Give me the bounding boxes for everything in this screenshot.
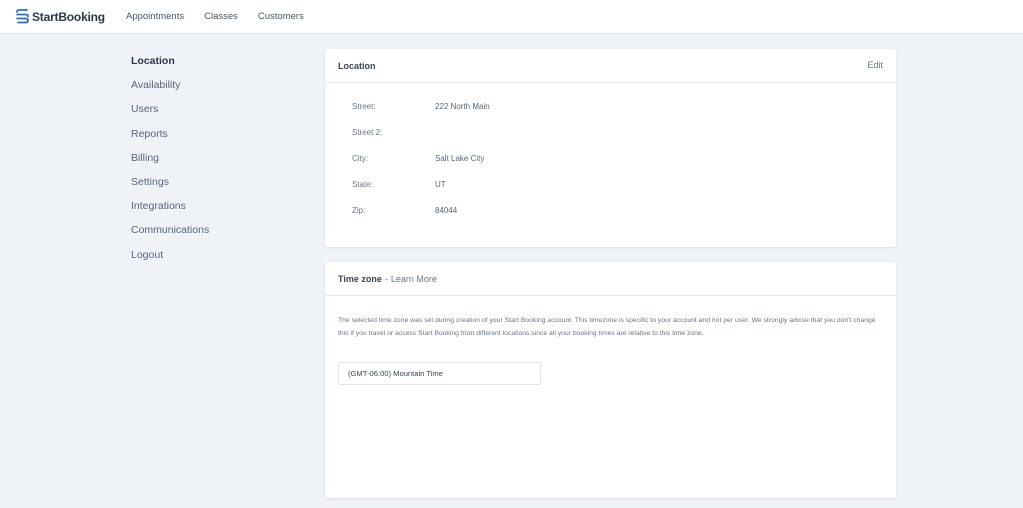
field-city: City: Salt Lake City [352,154,652,166]
timezone-card: Time zone - Learn More The selected time… [325,262,896,498]
sidebar-item-logout[interactable]: Logout [131,249,291,273]
main-nav: Appointments Classes Customers [126,11,324,22]
field-label: State: [352,180,373,189]
brand-name: StartBooking [32,9,105,24]
nav-customers[interactable]: Customers [258,11,304,22]
field-street-2: Street 2: [352,128,652,140]
field-state: State: UT [352,180,652,192]
brand-logo[interactable]: StartBooking [16,9,105,24]
sidebar-item-billing[interactable]: Billing [131,152,291,176]
field-label: Street 2: [352,128,383,137]
location-card-title: Location [338,60,376,71]
sidebar-item-reports[interactable]: Reports [131,128,291,152]
learn-more-link[interactable]: Learn More [391,274,437,284]
field-zip: Zip: 84044 [352,206,652,218]
field-value: 222 North Main [435,102,490,111]
sidebar-item-settings[interactable]: Settings [131,176,291,200]
edit-location-button[interactable]: Edit [867,60,883,70]
sidebar-item-communications[interactable]: Communications [131,224,291,248]
sidebar-item-integrations[interactable]: Integrations [131,200,291,224]
sidebar-item-users[interactable]: Users [131,103,291,127]
location-card: Location Edit Street: 222 North Main Str… [325,49,896,247]
field-street: Street: 222 North Main [352,102,652,114]
field-value: 84044 [435,206,458,215]
startbooking-logo-icon [16,9,29,24]
sidebar-item-location[interactable]: Location [131,55,291,79]
nav-appointments[interactable]: Appointments [126,11,184,22]
title-separator: - [384,273,388,284]
field-label: City: [352,154,368,163]
settings-sidebar: Location Availability Users Reports Bill… [131,55,291,273]
location-card-header: Location Edit [325,49,896,83]
timezone-card-title: Time zone [338,273,382,284]
sidebar-item-availability[interactable]: Availability [131,79,291,103]
field-value: Salt Lake City [435,154,485,163]
timezone-select[interactable]: (GMT-06:00) Mountain Time [338,362,541,385]
field-label: Street: [352,102,376,111]
top-navigation-bar: StartBooking Appointments Classes Custom… [0,0,1023,34]
field-value: UT [435,180,446,189]
timezone-card-header: Time zone - Learn More [325,262,896,296]
field-label: Zip: [352,206,366,215]
timezone-description: The selected time zone was set during cr… [338,317,876,337]
nav-classes[interactable]: Classes [204,11,238,22]
